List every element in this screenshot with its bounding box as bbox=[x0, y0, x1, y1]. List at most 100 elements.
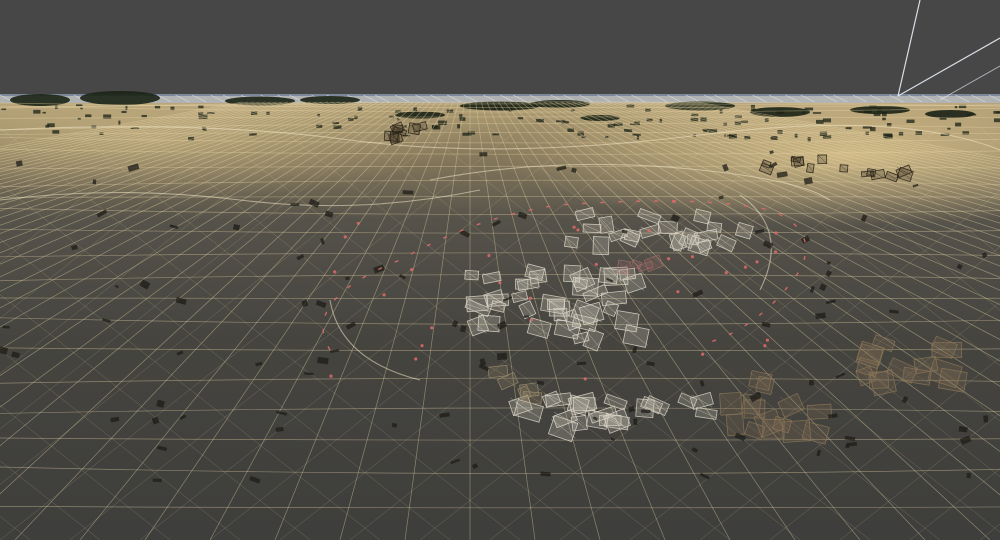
wire-building bbox=[585, 409, 610, 430]
wire-building bbox=[477, 314, 501, 333]
spline-point bbox=[701, 352, 705, 356]
wire-building bbox=[719, 391, 743, 416]
prop bbox=[633, 418, 638, 426]
spline-point bbox=[572, 225, 576, 229]
scene-viewport[interactable] bbox=[0, 0, 1000, 540]
spline-point bbox=[333, 270, 337, 274]
foliage-speck bbox=[898, 131, 904, 136]
spline-point bbox=[583, 377, 587, 381]
prop bbox=[290, 203, 300, 207]
foliage-speck bbox=[457, 124, 461, 129]
wire-building bbox=[582, 223, 602, 234]
foliage-speck bbox=[882, 111, 887, 117]
wire-building bbox=[931, 342, 963, 359]
prop bbox=[496, 352, 508, 361]
foliage-speck bbox=[845, 127, 852, 130]
wire-building bbox=[725, 413, 745, 437]
foliage-speck bbox=[812, 112, 822, 114]
foliage-speck bbox=[954, 105, 958, 109]
foliage-speck bbox=[52, 130, 60, 134]
foliage-speck bbox=[993, 118, 1000, 123]
foliage-speck bbox=[906, 119, 915, 123]
foliage-speck bbox=[121, 110, 127, 113]
foliage-speck bbox=[47, 123, 55, 128]
foliage-speck bbox=[1, 108, 7, 111]
spline-point bbox=[382, 293, 386, 297]
wire-building bbox=[545, 392, 572, 408]
spline-point bbox=[343, 235, 347, 239]
foliage-speck bbox=[955, 122, 962, 127]
wire-building bbox=[616, 259, 632, 275]
spline-point bbox=[410, 268, 414, 272]
spline-point bbox=[430, 326, 434, 330]
spline-point bbox=[576, 228, 580, 232]
spline-point bbox=[356, 221, 360, 225]
spline-point bbox=[672, 199, 676, 204]
prop bbox=[845, 444, 850, 449]
spline-point bbox=[667, 257, 671, 261]
spline-point bbox=[724, 270, 728, 275]
wire-building bbox=[806, 162, 815, 174]
spline-point bbox=[594, 262, 598, 267]
prop bbox=[402, 190, 414, 195]
foliage-speck bbox=[882, 117, 886, 121]
foliage-speck bbox=[125, 105, 128, 110]
spline-point bbox=[690, 255, 695, 259]
prop bbox=[966, 472, 971, 479]
spline-point bbox=[529, 318, 534, 322]
prop bbox=[808, 379, 815, 386]
wire-building bbox=[657, 220, 678, 235]
wire-building bbox=[755, 375, 775, 396]
prop bbox=[826, 261, 831, 265]
prop bbox=[15, 160, 23, 167]
wire-building bbox=[548, 300, 570, 317]
foliage-speck bbox=[750, 104, 755, 109]
sky-background bbox=[0, 0, 1000, 100]
foliage-speck bbox=[993, 110, 1000, 114]
wire-building bbox=[913, 355, 939, 375]
foliage-clump bbox=[80, 91, 160, 105]
wire-building bbox=[465, 294, 489, 313]
foliage-speck bbox=[459, 117, 466, 121]
spline-point bbox=[755, 260, 759, 264]
spline-point bbox=[774, 231, 778, 235]
foliage-speck bbox=[804, 107, 814, 111]
foliage-speck bbox=[118, 120, 121, 125]
prop bbox=[983, 415, 989, 423]
foliage-speck bbox=[967, 113, 977, 116]
wire-building bbox=[407, 122, 422, 136]
spline-point bbox=[487, 253, 491, 258]
foliage-speck bbox=[947, 127, 951, 130]
spline-point bbox=[774, 250, 778, 254]
foliage-speck bbox=[822, 118, 832, 123]
spline-point bbox=[414, 357, 418, 361]
foliage-speck bbox=[802, 109, 806, 114]
spline-point bbox=[528, 296, 532, 300]
foliage-speck bbox=[517, 117, 524, 120]
prop bbox=[479, 152, 488, 157]
spline-point bbox=[676, 290, 680, 294]
wire-building bbox=[383, 130, 399, 142]
foliage-speck bbox=[154, 105, 161, 109]
foliage-speck bbox=[815, 119, 824, 124]
terrain-wireframe-view bbox=[0, 0, 1000, 540]
foliage-speck bbox=[141, 114, 147, 118]
wire-building bbox=[790, 156, 805, 167]
foliage-speck bbox=[85, 114, 92, 118]
prop bbox=[92, 179, 97, 185]
prop bbox=[275, 426, 284, 432]
spline-point bbox=[743, 265, 748, 269]
spline-point bbox=[420, 344, 424, 348]
foliage-speck bbox=[873, 113, 881, 117]
foliage-speck bbox=[962, 131, 970, 135]
prop bbox=[152, 478, 162, 483]
foliage-speck bbox=[413, 114, 416, 117]
spline-point bbox=[329, 374, 333, 378]
spline-point bbox=[498, 281, 502, 285]
prop bbox=[641, 409, 651, 414]
spline-point bbox=[763, 344, 767, 348]
wire-building bbox=[464, 269, 480, 281]
wire-building bbox=[563, 235, 579, 249]
wire-building bbox=[806, 403, 833, 420]
foliage-speck bbox=[33, 109, 41, 114]
